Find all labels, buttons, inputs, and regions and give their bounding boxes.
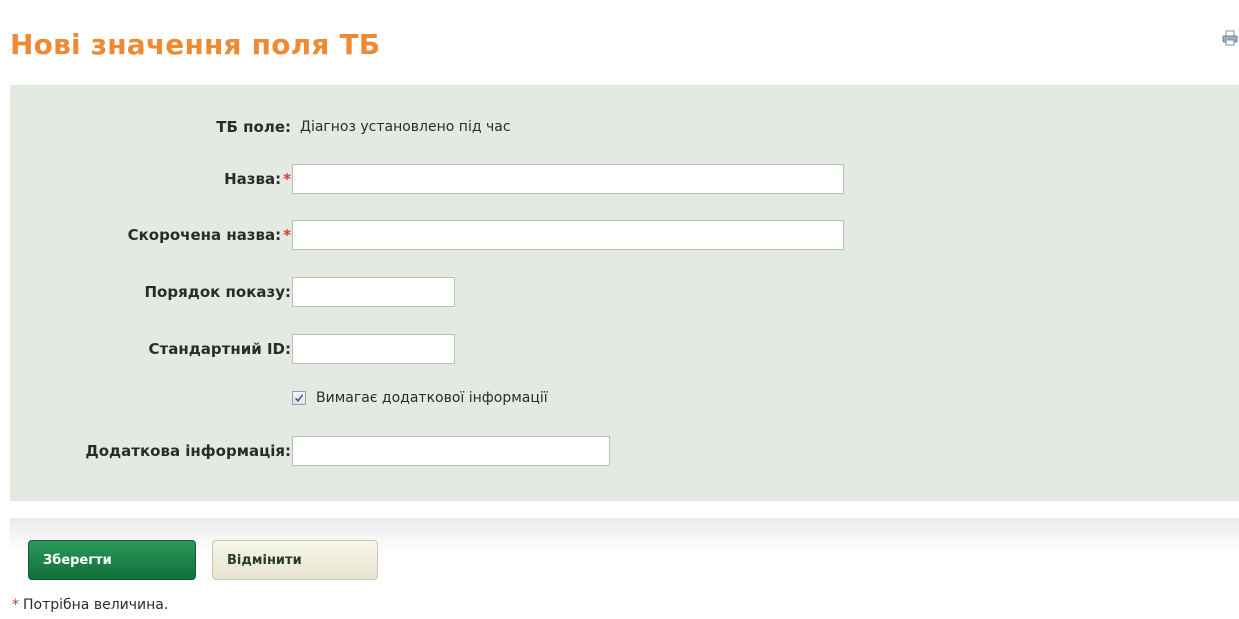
page: Нові значення поля ТБ ТБ поле: Діагноз у…	[0, 0, 1239, 619]
standard-id-input[interactable]	[292, 334, 455, 364]
tb-field-row: ТБ поле: Діагноз установлено під час	[10, 109, 1239, 145]
tb-field-label: ТБ поле:	[216, 118, 291, 136]
standard-id-row: Стандартний ID:	[10, 331, 1239, 367]
required-note-text: Потрібна величина.	[23, 597, 169, 613]
name-input[interactable]	[292, 164, 844, 194]
print-icon[interactable]	[1222, 30, 1238, 46]
required-star: *	[283, 226, 291, 244]
additional-info-row: Додаткова інформація:	[10, 433, 1239, 469]
page-title: Нові значення поля ТБ	[10, 28, 381, 61]
additional-info-input[interactable]	[292, 436, 610, 466]
display-order-row: Порядок показу:	[10, 274, 1239, 310]
name-label: Назва: *	[224, 170, 291, 188]
requires-info-row[interactable]: Вимагає додаткової інформації	[292, 385, 548, 411]
required-note: * Потрібна величина.	[12, 597, 168, 613]
required-star: *	[283, 170, 291, 188]
checkbox-checked-icon[interactable]	[292, 391, 306, 405]
tb-field-value: Діагноз установлено під час	[300, 119, 511, 135]
requires-info-label: Вимагає додаткової інформації	[316, 390, 548, 406]
save-button[interactable]: Зберегти	[28, 540, 196, 580]
short-name-label-text: Скорочена назва:	[127, 226, 282, 244]
form-panel: ТБ поле: Діагноз установлено під час Наз…	[10, 85, 1239, 501]
name-label-text: Назва:	[224, 170, 282, 188]
short-name-label: Скорочена назва: *	[128, 226, 291, 244]
name-row: Назва: *	[10, 161, 1239, 197]
cancel-button[interactable]: Відмінити	[212, 540, 378, 580]
short-name-row: Скорочена назва: *	[10, 217, 1239, 253]
short-name-input[interactable]	[292, 220, 844, 250]
additional-info-label: Додаткова інформація:	[85, 442, 291, 460]
display-order-input[interactable]	[292, 277, 455, 307]
standard-id-label: Стандартний ID:	[148, 340, 292, 358]
required-star: *	[12, 597, 19, 613]
display-order-label: Порядок показу:	[144, 283, 291, 301]
